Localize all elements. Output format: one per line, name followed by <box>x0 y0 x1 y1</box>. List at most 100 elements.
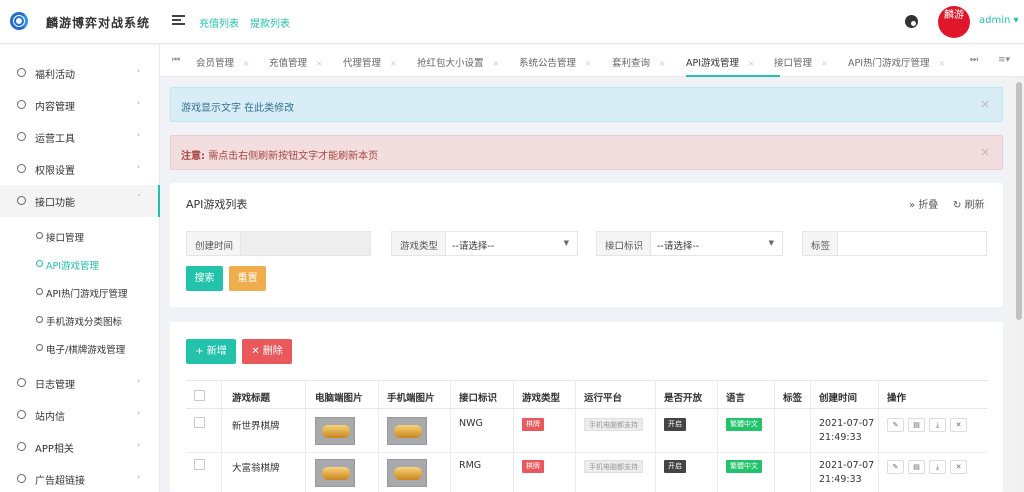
row-checkbox[interactable] <box>194 417 205 428</box>
sidebar-item-interface[interactable]: 接口功能 ˇ <box>0 185 160 217</box>
fold-label: 折叠 <box>918 200 939 211</box>
column-header[interactable]: 游戏标题 <box>232 390 270 404</box>
close-icon[interactable]: × <box>243 59 250 68</box>
edit-icon[interactable]: ✎ <box>887 460 904 474</box>
column-header[interactable]: 是否开放 <box>664 390 702 404</box>
download-icon[interactable]: ⤓ <box>929 418 946 432</box>
tab-menu-icon[interactable]: ≡▾ <box>998 55 1010 65</box>
tab-scroll-left-icon[interactable]: ⏮ <box>172 55 180 65</box>
sidebar-subitem-electronic-games[interactable]: 电子/棋牌游戏管理 <box>0 335 159 361</box>
tab-api-games[interactable]: API游戏管理 × <box>686 55 755 69</box>
close-icon[interactable]: × <box>659 59 666 68</box>
sidebar-item-logs[interactable]: 日志管理 › <box>0 367 159 399</box>
close-icon[interactable]: × <box>585 59 592 68</box>
circle-icon <box>17 164 26 173</box>
menu-toggle-icon[interactable] <box>172 15 185 26</box>
scrollbar-thumb[interactable] <box>1016 82 1022 320</box>
detail-icon[interactable]: ▤ <box>908 418 925 432</box>
column-header[interactable]: 游戏类型 <box>522 390 560 404</box>
row-checkbox[interactable] <box>194 459 205 470</box>
avatar[interactable]: 麟游 <box>938 6 970 38</box>
sidebar-item-messages[interactable]: 站内信 › <box>0 399 159 431</box>
tab-agents[interactable]: 代理管理 × <box>343 55 397 69</box>
recharge-list-link[interactable]: 充值列表 <box>199 15 239 30</box>
sidebar-item-content[interactable]: 内容管理 › <box>0 89 159 121</box>
user-menu[interactable]: admin ▾ <box>979 15 1019 26</box>
close-icon[interactable]: × <box>390 59 397 68</box>
delete-button[interactable]: ✕ 删除 <box>242 339 292 364</box>
game-type-select[interactable]: --请选择-- ▼ <box>445 231 578 256</box>
interface-select[interactable]: --请选择-- ▼ <box>650 231 783 256</box>
tab-label: 代理管理 <box>343 58 382 69</box>
close-icon[interactable]: × <box>980 97 990 111</box>
close-icon: ✕ <box>251 346 260 357</box>
delete-icon[interactable]: ✕ <box>950 460 967 474</box>
refresh-button[interactable]: ↻ 刷新 <box>953 196 985 211</box>
language-badge: 繁體中文 <box>726 418 762 431</box>
close-icon[interactable]: × <box>980 145 990 159</box>
download-icon[interactable]: ⤓ <box>929 460 946 474</box>
column-header[interactable]: 手机端图片 <box>387 390 435 404</box>
caret-down-icon: ▼ <box>563 239 569 247</box>
column-header[interactable]: 创建时间 <box>819 390 857 404</box>
sidebar-item-ad-links[interactable]: 广告超链接 › <box>0 463 159 492</box>
column-header[interactable]: 接口标识 <box>459 390 497 404</box>
chevron-right-icon: › <box>137 98 141 107</box>
table-row[interactable]: 大富翁棋牌 RMG 棋牌 手机电脑都支持 开启 繁體中文 2021-07-07 … <box>186 453 987 492</box>
edit-icon[interactable]: ✎ <box>887 418 904 432</box>
tag-input[interactable] <box>837 231 987 256</box>
tab-announcements[interactable]: 系统公告管理 × <box>519 55 592 69</box>
close-icon[interactable]: × <box>939 59 946 68</box>
sidebar-item-welfare[interactable]: 福利活动 › <box>0 57 159 89</box>
caret-down-icon: ▼ <box>768 239 774 247</box>
tab-label: 接口管理 <box>774 58 813 69</box>
created-time-input[interactable] <box>240 231 371 256</box>
theme-palette-icon[interactable] <box>905 15 918 28</box>
tab-recharge[interactable]: 充值管理 × <box>269 55 323 69</box>
circle-icon <box>17 100 26 109</box>
tab-red-packet[interactable]: 抢红包大小设置 × <box>417 55 499 69</box>
sidebar-subitem-api-games[interactable]: API游戏管理 <box>0 251 159 277</box>
tab-scroll-right-icon[interactable]: ⏭ <box>970 55 978 65</box>
tab-members[interactable]: 会员管理 × <box>196 55 250 69</box>
column-header[interactable]: 语言 <box>726 390 745 404</box>
chevron-right-icon: › <box>137 376 141 385</box>
detail-icon[interactable]: ▤ <box>908 460 925 474</box>
chevron-down-icon: ˇ <box>137 194 141 203</box>
column-header[interactable]: 运行平台 <box>584 390 622 404</box>
tab-arbitrage[interactable]: 套利查询 × <box>612 55 666 69</box>
chevron-right-icon: › <box>137 408 141 417</box>
column-header[interactable]: 电脑端图片 <box>315 390 363 404</box>
sidebar-subitem-api-hot-halls[interactable]: API热门游戏厅管理 <box>0 279 159 305</box>
add-button[interactable]: + 新增 <box>186 339 236 364</box>
danger-alert-prefix: 注意: <box>181 151 205 162</box>
sidebar-item-label: 接口功能 <box>35 198 75 209</box>
sidebar-item-label: API热门游戏厅管理 <box>46 289 128 300</box>
search-button[interactable]: 搜索 <box>186 266 223 291</box>
tab-api-hot-halls[interactable]: API热门游戏厅管理 × <box>848 55 945 69</box>
sidebar-item-operations[interactable]: 运营工具 › <box>0 121 159 153</box>
column-header[interactable]: 标签 <box>783 390 802 404</box>
table-row[interactable]: 新世界棋牌 NWG 棋牌 手机电脑都支持 开启 繁體中文 2021-07-07 … <box>186 409 987 453</box>
close-icon[interactable]: × <box>748 59 755 68</box>
select-all-checkbox[interactable] <box>194 390 205 401</box>
chevron-right-icon: › <box>137 440 141 449</box>
close-icon[interactable]: × <box>316 59 323 68</box>
withdraw-list-link[interactable]: 提款列表 <box>250 15 290 30</box>
reset-button[interactable]: 重置 <box>229 266 266 291</box>
created-date: 2021-07-07 <box>819 418 875 429</box>
circle-icon <box>17 132 26 141</box>
tab-interface[interactable]: 接口管理 × <box>774 55 828 69</box>
fold-button[interactable]: » 折叠 <box>909 196 938 211</box>
sidebar-item-app[interactable]: APP相关 › <box>0 431 159 463</box>
sidebar-subitem-interface-manage[interactable]: 接口管理 <box>0 223 159 249</box>
game-type-badge: 棋牌 <box>522 460 544 473</box>
delete-icon[interactable]: ✕ <box>950 418 967 432</box>
sidebar-subitem-mobile-icons[interactable]: 手机游戏分类图标 <box>0 307 159 333</box>
sidebar-item-permissions[interactable]: 权限设置 › <box>0 153 159 185</box>
sidebar-item-label: 权限设置 <box>35 166 75 177</box>
danger-alert-text: 需点击右侧刷新按钮文字才能刷新本页 <box>208 151 379 162</box>
column-header[interactable]: 操作 <box>887 390 906 404</box>
close-icon[interactable]: × <box>821 59 828 68</box>
close-icon[interactable]: × <box>493 59 500 68</box>
